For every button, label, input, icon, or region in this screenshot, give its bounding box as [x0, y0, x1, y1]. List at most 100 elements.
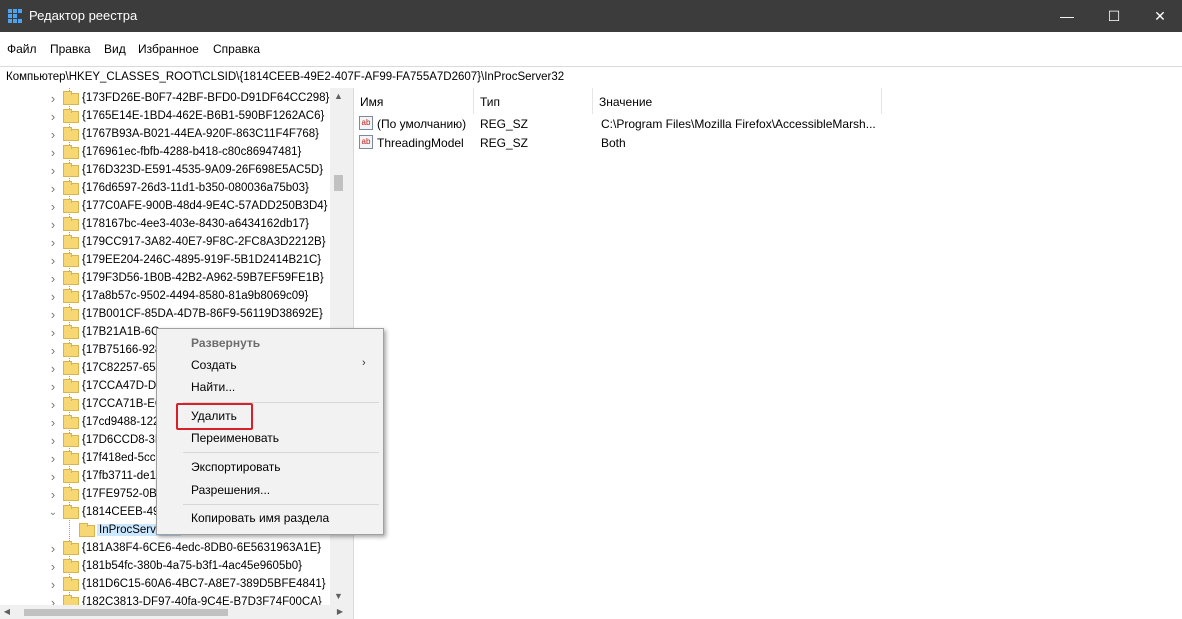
- context-menu: Развернуть Создать › Найти... Удалить Пе…: [156, 328, 384, 535]
- value-type: REG_SZ: [480, 136, 529, 150]
- tree-item[interactable]: › {181A38F4-6CE6-4edc-8DB0-6E5631963A1E}: [0, 540, 330, 558]
- values-pane[interactable]: Имя Тип Значение ab (По умолчанию) REG_S…: [354, 88, 1182, 619]
- chevron-right-icon[interactable]: ›: [47, 560, 59, 573]
- menu-item-find[interactable]: Найти...: [191, 380, 235, 400]
- tree-item-label: {1814CEEB-49: [82, 506, 160, 518]
- address-path: Компьютер\HKEY_CLASSES_ROOT\CLSID\{1814C…: [6, 71, 565, 83]
- string-value-icon: ab: [359, 116, 373, 130]
- chevron-right-icon[interactable]: ›: [47, 452, 59, 465]
- menu-edit[interactable]: Правка: [50, 42, 91, 56]
- chevron-right-icon[interactable]: ›: [47, 542, 59, 555]
- menu-item-export[interactable]: Экспортировать: [191, 460, 281, 480]
- column-type-header[interactable]: Тип: [474, 88, 593, 114]
- menu-favorites[interactable]: Избранное: [138, 42, 199, 56]
- tree-item[interactable]: › {17B001CF-85DA-4D7B-86F9-56119D38692E}: [0, 306, 330, 324]
- chevron-right-icon[interactable]: ›: [47, 236, 59, 249]
- chevron-right-icon[interactable]: ›: [47, 398, 59, 411]
- chevron-right-icon[interactable]: ›: [47, 146, 59, 159]
- chevron-right-icon[interactable]: ›: [47, 290, 59, 303]
- chevron-right-icon[interactable]: ›: [47, 380, 59, 393]
- chevron-right-icon[interactable]: ›: [47, 182, 59, 195]
- folder-icon: [63, 271, 79, 285]
- maximize-button[interactable]: ☐: [1091, 0, 1137, 32]
- tree-item[interactable]: › {181D6C15-60A6-4BC7-A8E7-389D5BFE4841}: [0, 576, 330, 594]
- tree-item[interactable]: › {17a8b57c-9502-4494-8580-81a9b8069c09}: [0, 288, 330, 306]
- menu-bar: Файл Правка Вид Избранное Справка: [0, 32, 1182, 66]
- chevron-right-icon[interactable]: ›: [47, 578, 59, 591]
- menu-item-permissions[interactable]: Разрешения...: [191, 483, 270, 503]
- tree-item[interactable]: › {176961ec-fbfb-4288-b418-c80c86947481}: [0, 144, 330, 162]
- scroll-down-icon[interactable]: ▼: [330, 588, 347, 605]
- tree-item[interactable]: › {176d6597-26d3-11d1-b350-080036a75b03}: [0, 180, 330, 198]
- folder-icon: [63, 343, 79, 357]
- tree-item[interactable]: › {178167bc-4ee3-403e-8430-a6434162db17}: [0, 216, 330, 234]
- scroll-right-icon[interactable]: ▶: [333, 605, 347, 619]
- tree-item[interactable]: › {179CC917-3A82-40E7-9F8C-2FC8A3D2212B}: [0, 234, 330, 252]
- tree-item-label: {17C82257-654: [82, 362, 162, 374]
- folder-icon: [63, 181, 79, 195]
- folder-icon: [63, 541, 79, 555]
- menu-help[interactable]: Справка: [213, 42, 260, 56]
- chevron-right-icon[interactable]: ›: [47, 218, 59, 231]
- tree-item[interactable]: › {1767B93A-B021-44EA-920F-863C11F4F768}: [0, 126, 330, 144]
- chevron-right-icon[interactable]: ›: [47, 362, 59, 375]
- value-data: C:\Program Files\Mozilla Firefox\Accessi…: [601, 117, 876, 131]
- chevron-right-icon[interactable]: ›: [47, 434, 59, 447]
- chevron-right-icon[interactable]: ›: [47, 272, 59, 285]
- value-type: REG_SZ: [480, 117, 529, 131]
- chevron-right-icon[interactable]: ›: [47, 326, 59, 339]
- chevron-right-icon[interactable]: ›: [47, 200, 59, 213]
- tree-item-label: {178167bc-4ee3-403e-8430-a6434162db17}: [82, 218, 310, 230]
- chevron-down-icon[interactable]: ⌄: [47, 507, 59, 519]
- tree-item-label: {17CCA47D-D: [82, 380, 157, 392]
- close-button[interactable]: ✕: [1137, 0, 1182, 32]
- chevron-right-icon[interactable]: ›: [47, 164, 59, 177]
- tree-item[interactable]: › {179EE204-246C-4895-919F-5B1D2414B21C}: [0, 252, 330, 270]
- tree-item-label: {17FE9752-0B5: [82, 488, 164, 500]
- folder-icon: [63, 379, 79, 393]
- menu-item-create[interactable]: Создать: [191, 358, 237, 378]
- folder-icon: [63, 415, 79, 429]
- menu-view[interactable]: Вид: [104, 42, 126, 56]
- folder-icon: [63, 235, 79, 249]
- tree-item[interactable]: › {1765E14E-1BD4-462E-B6B1-590BF1262AC6}: [0, 108, 330, 126]
- tree-item[interactable]: › {173FD26E-B0F7-42BF-BFD0-D91DF64CC298}: [0, 90, 330, 108]
- scroll-thumb[interactable]: [334, 175, 343, 191]
- tree-item[interactable]: › {179F3D56-1B0B-42B2-A962-59B7EF59FE1B}: [0, 270, 330, 288]
- tree-item[interactable]: › {181b54fc-380b-4a75-b3f1-4ac45e9605b0}: [0, 558, 330, 576]
- tree-item-label: {17B001CF-85DA-4D7B-86F9-56119D38692E}: [82, 308, 323, 320]
- hscroll-thumb[interactable]: [24, 609, 228, 616]
- folder-icon: [63, 253, 79, 267]
- menu-item-copy-key-name[interactable]: Копировать имя раздела: [191, 511, 329, 531]
- folder-icon: [63, 325, 79, 339]
- tree-item-label: {176961ec-fbfb-4288-b418-c80c86947481}: [82, 146, 302, 158]
- menu-item-rename[interactable]: Переименовать: [191, 431, 279, 451]
- tree-horizontal-scrollbar[interactable]: ◀ ▶: [0, 605, 347, 619]
- column-name-header[interactable]: Имя: [354, 88, 474, 114]
- chevron-right-icon[interactable]: ›: [47, 92, 59, 105]
- chevron-right-icon[interactable]: ›: [47, 344, 59, 357]
- submenu-arrow-icon: ›: [362, 357, 366, 369]
- chevron-right-icon[interactable]: ›: [47, 254, 59, 267]
- column-value-header[interactable]: Значение: [593, 88, 882, 114]
- value-row[interactable]: ab ThreadingModel REG_SZ Both: [354, 133, 954, 152]
- tree-item-label: {181D6C15-60A6-4BC7-A8E7-389D5BFE4841}: [82, 578, 326, 590]
- delete-highlight-box: [176, 403, 253, 430]
- menu-file[interactable]: Файл: [7, 42, 37, 56]
- minimize-button[interactable]: —: [1044, 0, 1090, 32]
- menu-item-expand[interactable]: Развернуть: [191, 336, 260, 356]
- chevron-right-icon[interactable]: ›: [47, 470, 59, 483]
- value-row[interactable]: ab (По умолчанию) REG_SZ C:\Program File…: [354, 114, 954, 133]
- tree-item[interactable]: › {176D323D-E591-4535-9A09-26F698E5AC5D}: [0, 162, 330, 180]
- chevron-right-icon[interactable]: ›: [47, 110, 59, 123]
- tree-item-label: {17cd9488-122: [82, 416, 160, 428]
- chevron-right-icon[interactable]: ›: [47, 416, 59, 429]
- tree-item-label: {181A38F4-6CE6-4edc-8DB0-6E5631963A1E}: [82, 542, 322, 554]
- chevron-right-icon[interactable]: ›: [47, 488, 59, 501]
- chevron-right-icon[interactable]: ›: [47, 128, 59, 141]
- scroll-up-icon[interactable]: ▲: [330, 88, 347, 105]
- tree-item[interactable]: › {177C0AFE-900B-48d4-9E4C-57ADD250B3D4}: [0, 198, 330, 216]
- scroll-left-icon[interactable]: ◀: [0, 605, 14, 619]
- address-bar[interactable]: Компьютер\HKEY_CLASSES_ROOT\CLSID\{1814C…: [0, 66, 1182, 90]
- chevron-right-icon[interactable]: ›: [47, 308, 59, 321]
